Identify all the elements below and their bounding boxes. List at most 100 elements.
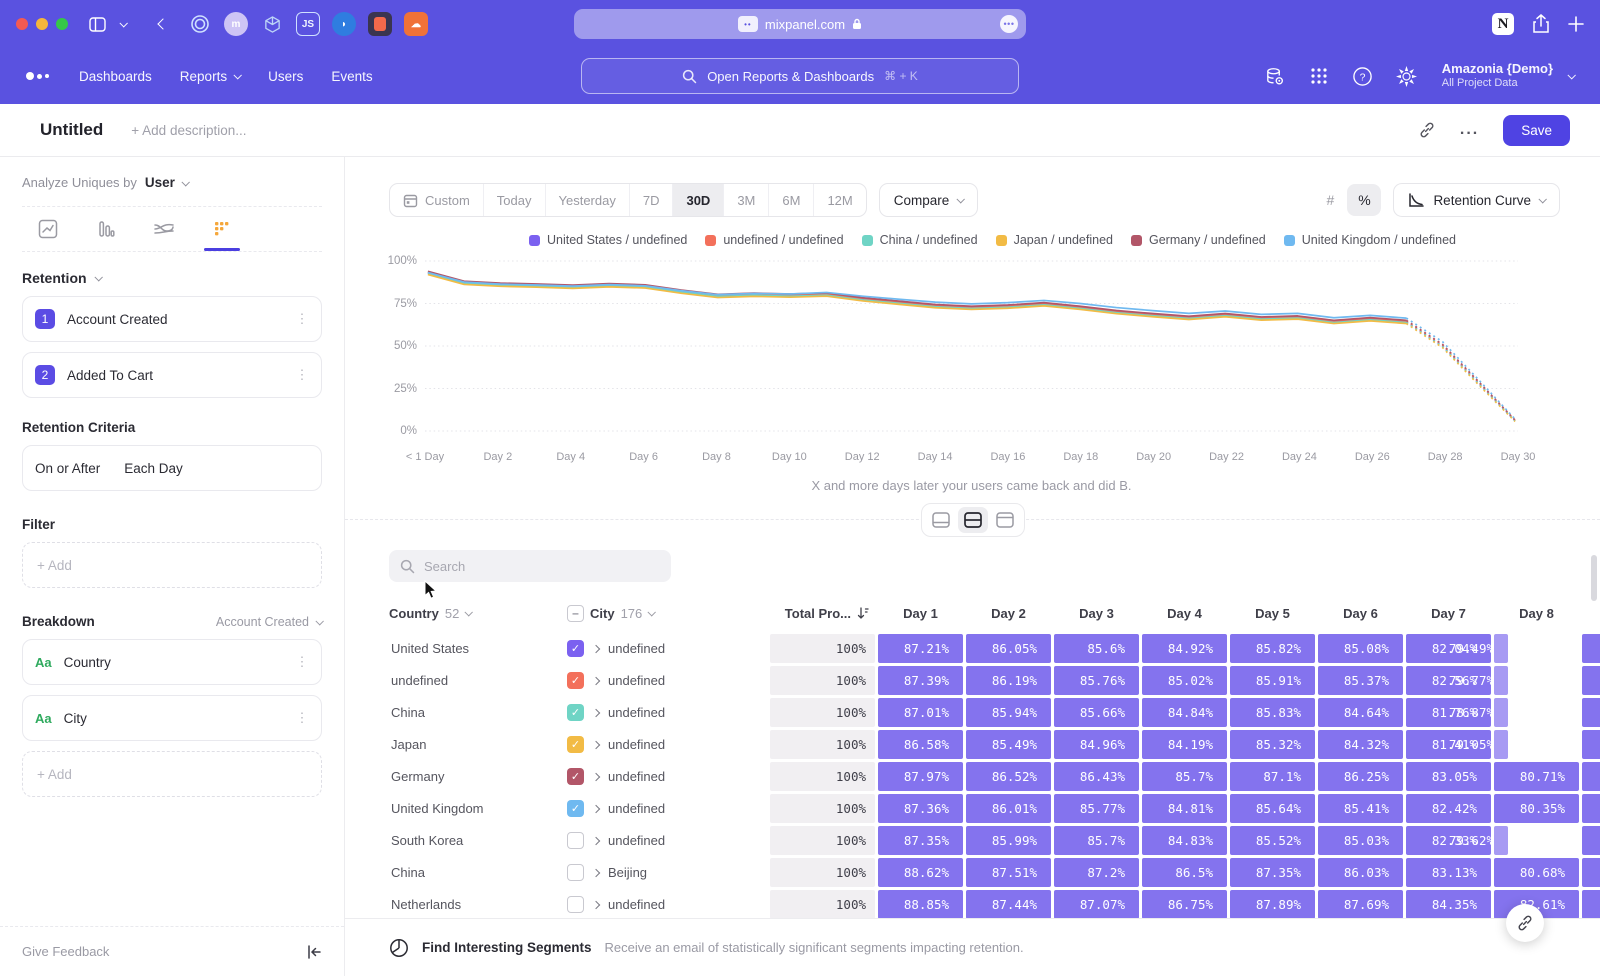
legend-item[interactable]: United Kingdom / undefined [1284, 233, 1456, 247]
bird-extension-icon[interactable]: ◗ [332, 12, 356, 36]
criteria-each-day[interactable]: Each Day [124, 461, 183, 476]
tab-flows[interactable] [142, 219, 186, 251]
row-checkbox[interactable] [567, 832, 584, 849]
m-circle-extension-icon[interactable]: m [224, 12, 248, 36]
retention-criteria-selector[interactable]: On or After Each Day [22, 445, 322, 491]
date-range-6m[interactable]: 6M [769, 184, 814, 216]
date-range-yesterday[interactable]: Yesterday [546, 184, 630, 216]
back-button-icon[interactable] [152, 13, 174, 35]
total-column-header[interactable]: Total Pro... [770, 606, 875, 621]
notion-extension-icon[interactable]: N [1492, 13, 1514, 35]
percent-toggle-button[interactable]: % [1347, 184, 1381, 216]
help-icon[interactable]: ? [1352, 65, 1374, 87]
chart-only-view-icon[interactable] [926, 507, 956, 533]
close-window-button[interactable] [16, 18, 28, 30]
copy-link-icon[interactable] [1418, 121, 1436, 139]
apps-grid-icon[interactable] [1308, 65, 1330, 87]
table-row[interactable]: ChinaBeijing100%88.62%87.51%87.2%86.5%87… [389, 858, 1600, 887]
day-column-header[interactable]: Day 5 [1230, 606, 1315, 621]
table-search-input[interactable]: Search [389, 550, 671, 582]
table-row[interactable]: Japan✓undefined100%86.58%85.49%84.96%84.… [389, 730, 1600, 759]
table-row[interactable]: South Koreaundefined100%87.35%85.99%85.7… [389, 826, 1600, 855]
expand-row-icon[interactable] [592, 804, 600, 812]
mixpanel-logo[interactable] [26, 72, 49, 80]
tab-overview-chevron-icon[interactable] [112, 13, 134, 35]
legend-item[interactable]: undefined / undefined [705, 233, 843, 247]
breakdown-country[interactable]: Aa Country ⋮ [22, 639, 322, 685]
save-button[interactable]: Save [1503, 115, 1570, 146]
expand-row-icon[interactable] [592, 900, 600, 908]
zoom-window-button[interactable] [56, 18, 68, 30]
step-2-menu-icon[interactable]: ⋮ [295, 373, 309, 378]
table-only-view-icon[interactable] [990, 507, 1020, 533]
collapse-sidebar-icon[interactable] [307, 945, 322, 959]
date-range-today[interactable]: Today [484, 184, 546, 216]
select-all-checkbox[interactable]: – [567, 605, 584, 622]
city-column-header[interactable]: – City 176 [567, 605, 767, 622]
minimize-window-button[interactable] [36, 18, 48, 30]
more-options-button[interactable]: ... [1460, 121, 1479, 139]
settings-gear-icon[interactable] [1396, 65, 1418, 87]
table-row[interactable]: undefined✓undefined100%87.39%86.19%85.76… [389, 666, 1600, 695]
split-view-icon[interactable] [958, 507, 988, 533]
day-column-header[interactable]: Day 7 [1406, 606, 1491, 621]
tab-retention[interactable] [200, 219, 244, 251]
tab-insights[interactable] [26, 219, 70, 251]
cube-extension-icon[interactable] [260, 12, 284, 36]
day-column-header[interactable]: Day 1 [878, 606, 963, 621]
row-checkbox[interactable]: ✓ [567, 768, 584, 785]
js-extension-icon[interactable]: JS [296, 12, 320, 36]
expand-row-icon[interactable] [592, 772, 600, 780]
project-switcher[interactable]: Amazonia {Demo} All Project Data [1440, 61, 1574, 91]
breakdown-city-menu-icon[interactable]: ⋮ [295, 716, 309, 721]
table-row[interactable]: United States✓undefined100%87.21%86.05%8… [389, 634, 1600, 663]
country-column-header[interactable]: Country 52 [389, 606, 564, 621]
expand-row-icon[interactable] [592, 868, 600, 876]
day-column-header[interactable]: Day 9 [1582, 606, 1600, 621]
row-checkbox[interactable]: ✓ [567, 736, 584, 753]
retention-section-header[interactable]: Retention [22, 270, 322, 286]
row-checkbox[interactable]: ✓ [567, 672, 584, 689]
breakdown-scope-selector[interactable]: Account Created [216, 615, 322, 629]
data-management-icon[interactable] [1264, 65, 1286, 87]
date-range-12m[interactable]: 12M [814, 184, 865, 216]
find-segments-title[interactable]: Find Interesting Segments [422, 940, 592, 955]
breakdown-country-menu-icon[interactable]: ⋮ [295, 660, 309, 665]
date-range-7d[interactable]: 7D [630, 184, 674, 216]
breakdown-city[interactable]: Aa City ⋮ [22, 695, 322, 741]
nav-item-events[interactable]: Events [331, 69, 372, 84]
nav-item-users[interactable]: Users [268, 69, 303, 84]
table-row[interactable]: United Kingdom✓undefined100%87.36%86.01%… [389, 794, 1600, 823]
cloud-extension-icon[interactable]: ☁ [404, 12, 428, 36]
table-row[interactable]: China✓undefined100%87.01%85.94%85.66%84.… [389, 698, 1600, 727]
day-column-header[interactable]: Day 8 [1494, 606, 1579, 621]
day-column-header[interactable]: Day 3 [1054, 606, 1139, 621]
global-search-input[interactable]: Open Reports & Dashboards ⌘ + K [581, 58, 1019, 94]
new-tab-icon[interactable] [1568, 16, 1584, 32]
date-range-30d[interactable]: 30D [673, 184, 724, 216]
day-column-header[interactable]: Day 4 [1142, 606, 1227, 621]
row-checkbox[interactable] [567, 864, 584, 881]
url-more-icon[interactable]: ••• [1000, 15, 1018, 33]
target-extension-icon[interactable] [188, 12, 212, 36]
date-range-custom[interactable]: Custom [390, 184, 484, 216]
row-checkbox[interactable] [567, 896, 584, 913]
sidebar-toggle-icon[interactable] [86, 13, 108, 35]
nav-item-dashboards[interactable]: Dashboards [79, 69, 152, 84]
report-title[interactable]: Untitled [40, 120, 103, 140]
filter-add-button[interactable]: + Add [22, 542, 322, 588]
expand-row-icon[interactable] [592, 676, 600, 684]
table-row[interactable]: Germany✓undefined100%87.97%86.52%86.43%8… [389, 762, 1600, 791]
breakdown-add-button[interactable]: + Add [22, 751, 322, 797]
legend-item[interactable]: China / undefined [862, 233, 978, 247]
retention-step-2[interactable]: 2 Added To Cart ⋮ [22, 352, 322, 398]
date-range-3m[interactable]: 3M [724, 184, 769, 216]
expand-row-icon[interactable] [592, 836, 600, 844]
row-checkbox[interactable]: ✓ [567, 800, 584, 817]
legend-item[interactable]: Japan / undefined [996, 233, 1113, 247]
chart-type-selector[interactable]: Retention Curve [1393, 183, 1560, 217]
analyze-uniques-selector[interactable]: User [145, 175, 188, 190]
count-toggle-button[interactable]: # [1313, 184, 1347, 216]
reader-extension-icon[interactable] [368, 12, 392, 36]
share-icon[interactable] [1532, 14, 1550, 34]
